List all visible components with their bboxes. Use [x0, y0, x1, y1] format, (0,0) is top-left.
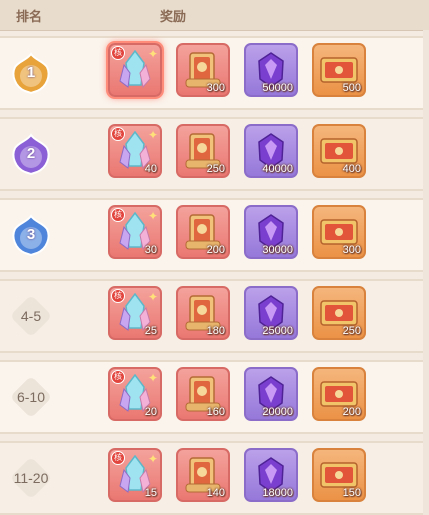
scroll-book-reward-slot[interactable]: 300 [176, 43, 230, 97]
rank-row: 1 核 ✦ 300 50000 500 [0, 36, 423, 110]
scroll-book-reward-slot[interactable]: 180 [176, 286, 230, 340]
rank-medal-icon: 1 [9, 51, 53, 95]
crystal-core-reward-slot[interactable]: 核 ✦ 25 [108, 286, 162, 340]
reward-quantity: 140 [206, 487, 225, 499]
core-badge: 核 [111, 370, 125, 384]
reward-quantity: 20000 [262, 406, 293, 418]
purple-gem-reward-slot[interactable]: 40000 [244, 124, 298, 178]
rank-label: 4-5 [20, 308, 42, 324]
reward-quantity: 150 [342, 487, 361, 499]
rank-cell: 2 [2, 119, 60, 189]
scroll-book-reward-slot[interactable]: 140 [176, 448, 230, 502]
scroll-book-reward-slot[interactable]: 160 [176, 367, 230, 421]
purple-gem-reward-slot[interactable]: 30000 [244, 205, 298, 259]
rank-cell: 11-20 [2, 443, 60, 513]
reward-quantity: 18000 [262, 487, 293, 499]
reward-quantity: 250 [206, 163, 225, 175]
rank-column-header: 排名 [16, 10, 43, 25]
purple-gem-reward-slot[interactable]: 18000 [244, 448, 298, 502]
sparkle-icon: ✦ [147, 452, 158, 466]
rank-range-badge: 11-20 [8, 455, 54, 501]
rank-label: 1 [26, 64, 36, 81]
sparkle-icon: ✦ [147, 128, 158, 142]
purple-gem-reward-slot[interactable]: 50000 [244, 43, 298, 97]
reward-quantity: 50000 [262, 82, 293, 94]
rank-label: 3 [26, 226, 36, 243]
rank-medal-icon: 3 [9, 213, 53, 257]
core-badge: 核 [111, 208, 125, 222]
reward-quantity: 40 [144, 163, 157, 175]
ticket-reward-slot[interactable]: 150 [312, 448, 366, 502]
scrollbar[interactable] [423, 30, 429, 515]
rank-row: 2 核 ✦ 40 250 40000 400 [0, 117, 423, 191]
reward-quantity: 40000 [262, 163, 293, 175]
sparkle-icon: ✦ [147, 371, 158, 385]
reward-quantity: 300 [342, 244, 361, 256]
reward-quantity: 500 [342, 82, 361, 94]
rank-range-badge: 4-5 [8, 293, 54, 339]
crystal-core-reward-slot[interactable]: 核 ✦ 15 [108, 448, 162, 502]
rank-label: 2 [26, 145, 36, 162]
crystal-core-reward-slot[interactable]: 核 ✦ 40 [108, 124, 162, 178]
core-badge: 核 [111, 289, 125, 303]
table-header: 排名 奖励 [0, 0, 429, 31]
rank-cell: 3 [2, 200, 60, 270]
scroll-book-reward-slot[interactable]: 250 [176, 124, 230, 178]
core-badge: 核 [111, 451, 125, 465]
rank-range-badge: 6-10 [8, 374, 54, 420]
reward-quantity: 20 [144, 406, 157, 418]
reward-quantity: 180 [206, 325, 225, 337]
scroll-book-reward-slot[interactable]: 200 [176, 205, 230, 259]
purple-gem-reward-slot[interactable]: 20000 [244, 367, 298, 421]
rank-row: 6-10 核 ✦ 20 160 20000 200 [0, 360, 423, 434]
rank-label: 11-20 [13, 470, 49, 486]
core-badge: 核 [111, 127, 125, 141]
rank-medal-icon: 2 [9, 132, 53, 176]
reward-quantity: 200 [342, 406, 361, 418]
reward-quantity: 250 [342, 325, 361, 337]
rank-row: 11-20 核 ✦ 15 140 18000 150 [0, 441, 423, 515]
reward-quantity: 30 [144, 244, 157, 256]
reward-quantity: 200 [206, 244, 225, 256]
rank-row: 3 核 ✦ 30 200 30000 300 [0, 198, 423, 272]
rank-cell: 6-10 [2, 362, 60, 432]
reward-quantity: 15 [144, 487, 157, 499]
crystal-core-reward-slot[interactable]: 核 ✦ 30 [108, 205, 162, 259]
purple-gem-reward-slot[interactable]: 25000 [244, 286, 298, 340]
sparkle-icon: ✦ [147, 290, 158, 304]
ticket-reward-slot[interactable]: 400 [312, 124, 366, 178]
ticket-reward-slot[interactable]: 500 [312, 43, 366, 97]
rank-cell: 4-5 [2, 281, 60, 351]
core-badge: 核 [111, 46, 125, 60]
crystal-core-reward-slot[interactable]: 核 ✦ 20 [108, 367, 162, 421]
reward-quantity: 30000 [262, 244, 293, 256]
ticket-reward-slot[interactable]: 200 [312, 367, 366, 421]
reward-column-header: 奖励 [160, 10, 187, 25]
ticket-reward-slot[interactable]: 250 [312, 286, 366, 340]
sparkle-icon: ✦ [147, 47, 158, 61]
reward-quantity: 160 [206, 406, 225, 418]
rank-cell: 1 [2, 38, 60, 108]
ticket-reward-slot[interactable]: 300 [312, 205, 366, 259]
reward-quantity: 25000 [262, 325, 293, 337]
reward-quantity: 300 [206, 82, 225, 94]
sparkle-icon: ✦ [147, 209, 158, 223]
crystal-core-reward-slot[interactable]: 核 ✦ [108, 43, 162, 97]
reward-quantity: 25 [144, 325, 157, 337]
reward-quantity: 400 [342, 163, 361, 175]
rank-label: 6-10 [16, 389, 46, 405]
rank-row: 4-5 核 ✦ 25 180 25000 250 [0, 279, 423, 353]
